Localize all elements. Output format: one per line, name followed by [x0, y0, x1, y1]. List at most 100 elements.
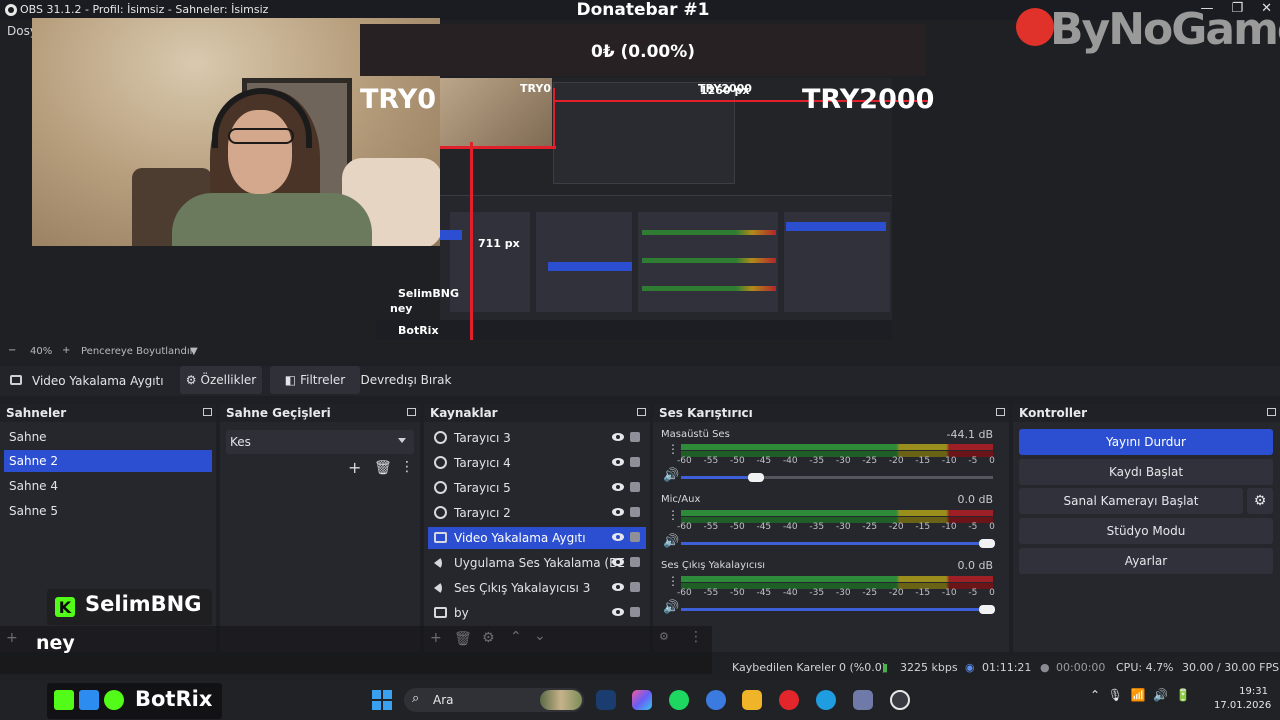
- cpu-usage: CPU: 4.7%: [1116, 661, 1174, 674]
- guide-line-left: [553, 88, 555, 146]
- virtual-camera-settings-icon[interactable]: ⚙: [1247, 488, 1273, 514]
- eye-icon[interactable]: [612, 508, 624, 516]
- fit-to-window-button[interactable]: Pencereye Boyutlandır: [81, 346, 194, 357]
- studio-mode-button[interactable]: Stüdyo Modu: [1019, 518, 1273, 544]
- browser-icon[interactable]: [706, 690, 726, 710]
- volume-slider-handle[interactable]: [979, 605, 995, 614]
- volume-slider[interactable]: [681, 542, 993, 545]
- undock-icon[interactable]: [637, 408, 646, 416]
- meter-scale: -60 -55 -50 -45 -40 -35 -30 -25 -20 -15 -10 -5 0: [677, 588, 995, 598]
- source-label: by: [454, 606, 469, 620]
- volume-icon[interactable]: 🔊: [663, 600, 679, 615]
- properties-label: Özellikler: [200, 373, 257, 387]
- more-icon[interactable]: ⋮: [400, 459, 414, 475]
- eye-icon[interactable]: [612, 583, 624, 591]
- scene-item[interactable]: Sahne: [4, 426, 212, 448]
- lock-icon[interactable]: [630, 557, 640, 567]
- lock-icon[interactable]: [630, 532, 640, 542]
- more-icon[interactable]: ⋮: [667, 509, 679, 521]
- controls-title: Kontroller: [1019, 406, 1088, 420]
- undock-icon[interactable]: [996, 408, 1005, 416]
- spotify-icon[interactable]: [669, 690, 689, 710]
- volume-slider-handle[interactable]: [748, 473, 765, 482]
- edge-icon[interactable]: [816, 690, 836, 710]
- eye-icon[interactable]: [612, 558, 624, 566]
- start-virtual-camera-button[interactable]: Sanal Kamerayı Başlat: [1019, 488, 1243, 514]
- volume-icon[interactable]: 🔊: [663, 534, 679, 549]
- eye-icon[interactable]: [612, 433, 624, 441]
- deactivate-button[interactable]: Devredışı Bırak: [356, 366, 456, 394]
- opera-icon[interactable]: [779, 690, 799, 710]
- source-item[interactable]: Ses Çıkış Yakalayıcısı 3: [428, 577, 646, 599]
- search-icon: ⌕: [412, 691, 420, 706]
- lock-icon[interactable]: [630, 432, 640, 442]
- more-icon[interactable]: ⋮: [667, 575, 679, 587]
- lock-icon[interactable]: [630, 582, 640, 592]
- source-item-selected[interactable]: Video Yakalama Aygıtı: [428, 527, 646, 549]
- properties-button[interactable]: ⚙ Özellikler: [180, 366, 262, 394]
- bitrate: 3225 kbps: [900, 661, 958, 674]
- nested-chat-msg: ney: [390, 302, 413, 315]
- verified-icon: [104, 690, 124, 710]
- volume-icon[interactable]: 🔊: [663, 468, 679, 483]
- folder-icon[interactable]: [742, 690, 762, 710]
- volume-slider-handle[interactable]: [979, 539, 995, 548]
- start-recording-button[interactable]: Kaydı Başlat: [1019, 459, 1273, 485]
- eye-icon[interactable]: [612, 533, 624, 541]
- nested-try-left: TRY0: [520, 82, 551, 95]
- camera-icon: [434, 532, 447, 543]
- undock-icon[interactable]: [1267, 408, 1276, 416]
- source-item[interactable]: Tarayıcı 4: [428, 452, 646, 474]
- nested-taskbar: [376, 320, 892, 340]
- eye-icon[interactable]: [612, 458, 624, 466]
- lock-icon[interactable]: [630, 482, 640, 492]
- scene-item[interactable]: Sahne 4: [4, 475, 212, 497]
- donate-max-label: TRY2000: [802, 84, 935, 115]
- window-title: OBS 31.1.2 - Profil: İsimsiz - Sahneler:…: [20, 3, 269, 16]
- meter-scale: -60 -55 -50 -45 -40 -35 -30 -25 -20 -15 -10 -5 0: [677, 456, 995, 466]
- source-item[interactable]: by: [428, 602, 646, 624]
- dropped-frames: Kaybedilen Kareler 0 (%0.0): [732, 661, 887, 674]
- volume-slider[interactable]: [681, 476, 993, 479]
- audio-meter: [681, 444, 993, 450]
- transitions-dock-header: Sahne Geçişleri: [220, 404, 420, 422]
- source-item[interactable]: Tarayıcı 5: [428, 477, 646, 499]
- chevron-down-icon[interactable]: ▼: [190, 346, 198, 357]
- signal-icon: ▮: [882, 661, 889, 674]
- scene-item-selected[interactable]: Sahne 2: [4, 450, 212, 472]
- lock-icon[interactable]: [630, 607, 640, 617]
- app-icon[interactable]: [632, 690, 652, 710]
- more-icon[interactable]: ⋮: [667, 443, 679, 455]
- app-icon[interactable]: [853, 690, 873, 710]
- stop-stream-button[interactable]: Yayını Durdur: [1019, 429, 1273, 455]
- zoom-in-button[interactable]: +: [62, 345, 70, 356]
- trash-icon[interactable]: 🗑: [374, 460, 392, 476]
- zoom-out-button[interactable]: −: [8, 345, 16, 356]
- windows-start-icon[interactable]: [372, 690, 392, 710]
- transition-select[interactable]: Kes: [226, 430, 414, 454]
- speaker-icon: [434, 557, 442, 569]
- lock-icon[interactable]: [630, 507, 640, 517]
- system-tray[interactable]: ⌃ 🎙 📶 🔊 🔋: [1090, 688, 1191, 702]
- steam-icon[interactable]: [596, 690, 616, 710]
- eye-icon[interactable]: [612, 608, 624, 616]
- undock-icon[interactable]: [407, 408, 416, 416]
- kick-icon: [54, 690, 74, 710]
- lock-icon[interactable]: [630, 457, 640, 467]
- settings-button[interactable]: Ayarlar: [1019, 548, 1273, 574]
- filters-button[interactable]: ◧ Filtreler: [270, 366, 360, 394]
- size-label-height: 711 px: [478, 237, 520, 250]
- donate-min-label: TRY0: [360, 84, 437, 115]
- source-item[interactable]: Tarayıcı 2: [428, 502, 646, 524]
- scene-item[interactable]: Sahne 5: [4, 500, 212, 522]
- transitions-dock: Sahne Geçişleri Kes + 🗑 ⋮: [220, 404, 420, 652]
- volume-slider[interactable]: [681, 608, 993, 611]
- obs-taskbar-icon[interactable]: [890, 690, 910, 710]
- chat-username: SelimBNG: [85, 592, 202, 616]
- plus-icon[interactable]: +: [348, 458, 361, 477]
- source-item[interactable]: Tarayıcı 3: [428, 427, 646, 449]
- controls-dock: Kontroller Yayını Durdur Kaydı Başlat Sa…: [1013, 404, 1280, 652]
- eye-icon[interactable]: [612, 483, 624, 491]
- undock-icon[interactable]: [203, 408, 212, 416]
- source-item[interactable]: Uygulama Ses Yakalama (BE: [428, 552, 646, 574]
